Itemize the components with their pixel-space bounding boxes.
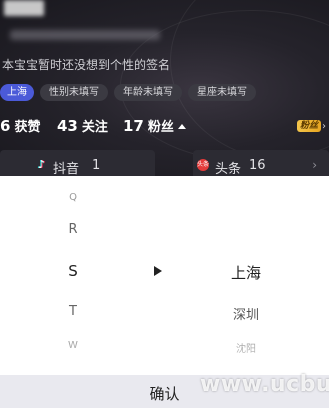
profile-bio[interactable]: 本宝宝暂时还没想到个性的签名 [2, 56, 170, 73]
toutiao-count: 16 [249, 158, 266, 173]
likes-label: 获赞 [14, 120, 41, 135]
user-id-blurred [10, 30, 160, 40]
douyin-count: 1 [92, 158, 101, 173]
triangle-right-icon [154, 266, 162, 276]
tag-location[interactable]: 上海 [0, 84, 34, 101]
picker-letter[interactable]: T [68, 304, 78, 319]
chevron-right-icon: › [322, 121, 326, 132]
following-label: 关注 [81, 120, 108, 135]
likes-count: 6 [0, 117, 11, 135]
tag-gender[interactable]: 性别未填写 [40, 84, 108, 101]
toutiao-icon: 头条 [197, 159, 209, 171]
douyin-name: 抖音 [53, 162, 80, 176]
toutiao-name: 头条 [215, 162, 242, 176]
picker-fade [0, 338, 329, 375]
watermark: www.ucbug.cc [200, 372, 329, 397]
stat-likes[interactable]: 6 获赞 [0, 116, 40, 135]
picker-letter[interactable]: Q [68, 192, 78, 203]
stat-following[interactable]: 43 关注 [57, 116, 108, 135]
tag-age[interactable]: 年龄未填写 [114, 84, 182, 101]
platform-toutiao[interactable]: 头条 头条 16 › [193, 150, 329, 176]
fans-badge[interactable]: 粉丝 [296, 120, 321, 132]
fans-count: 17 [123, 117, 144, 135]
picker-letter[interactable]: R [68, 222, 78, 237]
chevron-right-icon: › [312, 158, 317, 172]
username-blurred [4, 0, 44, 16]
fans-label: 粉丝 [147, 120, 174, 135]
stat-fans[interactable]: 17 粉丝 [123, 116, 186, 135]
picker-city-selected[interactable]: 上海 [214, 262, 278, 283]
profile-header: 本宝宝暂时还没想到个性的签名 上海 性别未填写 年龄未填写 星座未填写 6 获赞 … [0, 0, 329, 176]
tag-zodiac[interactable]: 星座未填写 [188, 84, 256, 101]
caret-up-icon [177, 124, 186, 129]
picker-letter-selected[interactable]: S [68, 262, 78, 280]
platform-douyin[interactable]: ♪ 抖音 1 [0, 150, 155, 176]
profile-stats: 6 获赞 43 关注 17 粉丝 [0, 116, 329, 138]
douyin-icon: ♪ [38, 158, 46, 171]
picker-city[interactable]: 深圳 [214, 304, 278, 323]
following-count: 43 [57, 117, 78, 135]
